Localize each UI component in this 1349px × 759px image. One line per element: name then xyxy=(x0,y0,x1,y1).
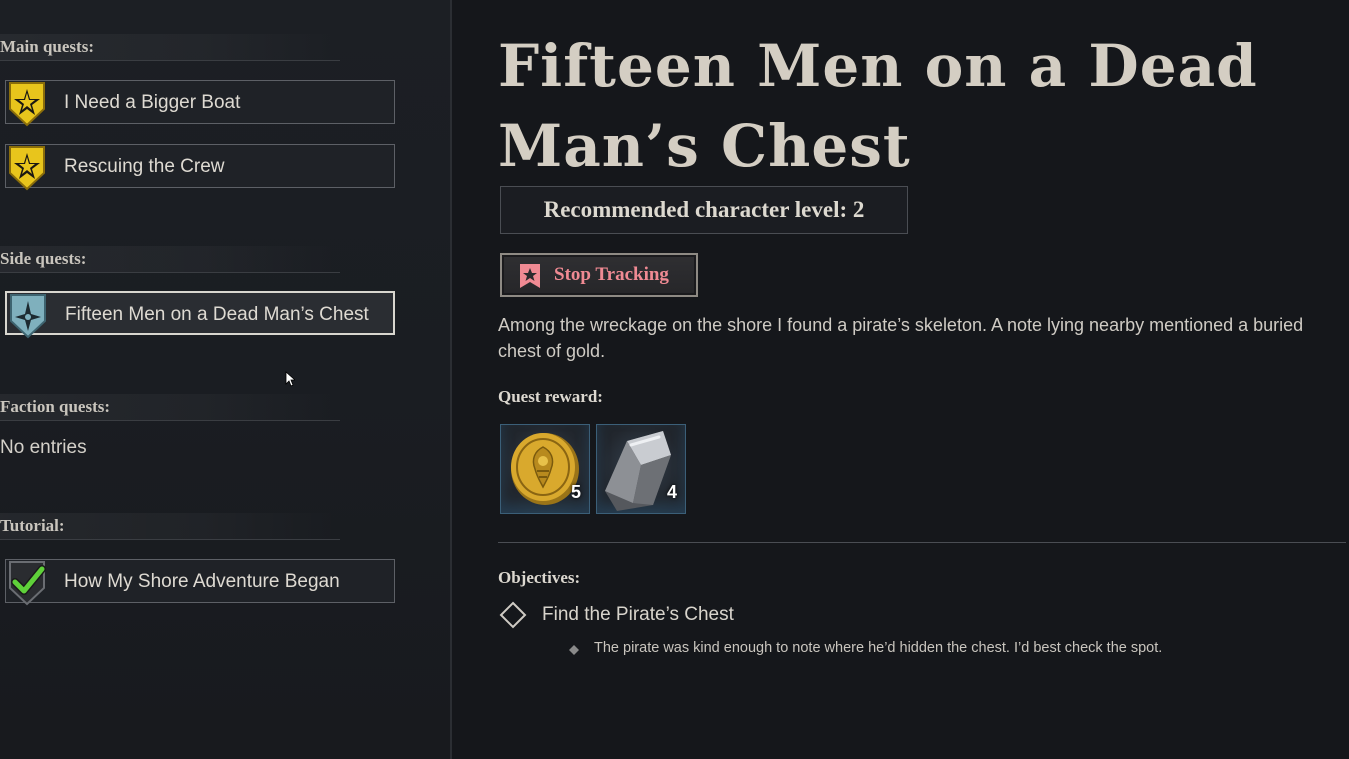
quest-item-fifteen-men[interactable]: Fifteen Men on a Dead Man’s Chest xyxy=(5,291,395,339)
objective-text: Find the Pirate’s Chest xyxy=(542,604,734,625)
stop-tracking-button[interactable]: Stop Tracking xyxy=(500,253,698,297)
quest-list-panel: Main quests: I Need a Bigger Boat Rescui… xyxy=(0,0,450,759)
quest-title-line2: Man’s Chest xyxy=(498,112,911,180)
quest-title: Fifteen Men on a Dead Man’s Chest xyxy=(498,26,1318,186)
reward-slot-iron-ingot[interactable]: 4 xyxy=(596,424,686,514)
quest-label: I Need a Bigger Boat xyxy=(64,92,241,113)
main-quests-header: Main quests: xyxy=(0,34,340,61)
gold-star-shield-icon xyxy=(9,146,45,191)
hint-bullet-icon xyxy=(569,645,579,655)
gold-star-shield-icon xyxy=(9,82,45,127)
quest-detail-panel: Fifteen Men on a Dead Man’s Chest Recomm… xyxy=(452,0,1349,759)
mouse-cursor-icon xyxy=(285,371,295,387)
reward-count: 5 xyxy=(570,482,581,502)
tutorial-header: Tutorial: xyxy=(0,513,340,540)
quest-reward-title: Quest reward: xyxy=(498,387,603,406)
reward-count: 4 xyxy=(666,482,677,502)
tracking-bookmark-icon xyxy=(520,264,540,288)
side-quests-header: Side quests: xyxy=(0,246,340,273)
faction-quests-header: Faction quests: xyxy=(0,394,340,421)
quest-label: How My Shore Adventure Began xyxy=(64,571,340,592)
quest-item-i-need-a-bigger-boat[interactable]: I Need a Bigger Boat xyxy=(5,80,395,127)
objectives-title: Objectives: xyxy=(498,568,581,587)
objective-hint: The pirate was kind enough to note where… xyxy=(594,640,1163,656)
green-checkmark-icon xyxy=(9,561,46,606)
reward-slot-gold-coin[interactable]: 5 xyxy=(500,424,590,514)
objective-diamond-icon xyxy=(499,601,527,629)
quest-title-line1: Fifteen Men on a Dead xyxy=(498,32,1258,100)
quest-item-rescuing-the-crew[interactable]: Rescuing the Crew xyxy=(5,144,395,191)
section-divider xyxy=(498,542,1346,543)
blue-compass-shield-icon xyxy=(10,294,46,339)
recommended-level: Recommended character level: 2 xyxy=(500,186,908,234)
faction-empty-text: No entries xyxy=(0,437,87,458)
stop-tracking-label: Stop Tracking xyxy=(554,264,669,285)
quest-label: Rescuing the Crew xyxy=(64,156,225,177)
quest-description: Among the wreckage on the shore I found … xyxy=(498,315,1304,361)
quest-item-how-my-shore-adventure-began[interactable]: How My Shore Adventure Began xyxy=(5,559,395,606)
quest-label: Fifteen Men on a Dead Man’s Chest xyxy=(65,304,369,325)
